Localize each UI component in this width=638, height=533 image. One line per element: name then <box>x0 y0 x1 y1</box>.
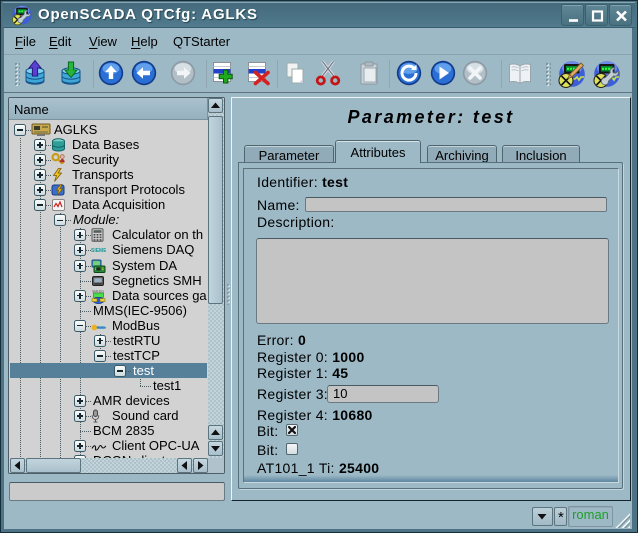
svg-text:Modbus: Modbus <box>97 325 106 329</box>
svg-text:SIEMENS: SIEMENS <box>91 248 106 254</box>
